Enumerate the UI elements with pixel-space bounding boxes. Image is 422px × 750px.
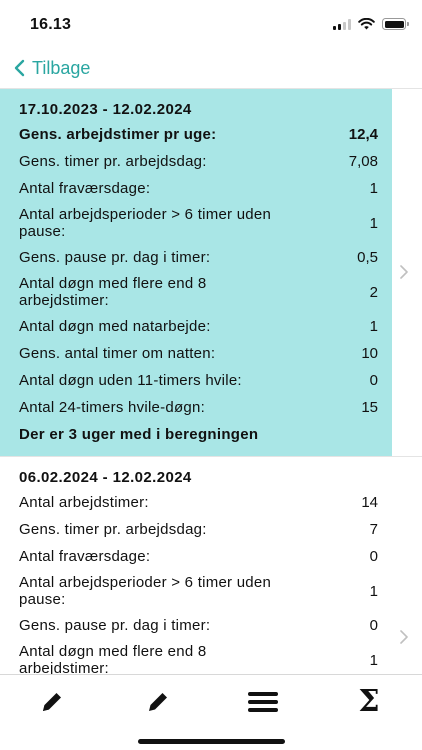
stat-label: Antal arbejdsperioder > 6 timer uden pau… (19, 206, 272, 240)
stat-label: Antal fraværsdage: (19, 180, 151, 197)
menu-icon (248, 692, 278, 712)
tab-edit-1[interactable] (30, 687, 74, 717)
stat-value: 1 (369, 214, 378, 232)
stat-label: Gens. timer pr. arbejdsdag: (19, 153, 207, 170)
summary-card[interactable]: 17.10.2023 - 12.02.2024 Gens. arbejdstim… (0, 89, 422, 457)
stat-row: Antal fraværsdage: 1 (19, 175, 378, 202)
cellular-signal-icon (333, 18, 351, 30)
stat-value: 0 (369, 548, 378, 565)
stat-value: 1 (369, 318, 378, 335)
status-icons (333, 18, 409, 30)
summary-card[interactable]: 06.02.2024 - 12.02.2024 Antal arbejdstim… (0, 457, 422, 674)
weeks-note: Der er 3 uger med i beregningen (19, 426, 259, 443)
chevron-right-icon (400, 265, 408, 279)
status-time: 16.13 (30, 16, 72, 33)
stat-row: Gens. antal timer om natten: 10 (19, 340, 378, 367)
stat-value: 1 (369, 651, 378, 669)
stat-label: Antal døgn med flere end 8 arbejdstimer: (19, 643, 207, 674)
stat-value: 0,5 (357, 249, 378, 266)
stat-label: Gens. pause pr. dag i timer: (19, 617, 211, 634)
stat-label: Antal fraværsdage: (19, 548, 151, 565)
tab-edit-2[interactable] (136, 687, 180, 717)
stat-label: Gens. arbejdstimer pr uge: (19, 126, 217, 143)
stat-row: Gens. arbejdstimer pr uge: 12,4 (19, 121, 378, 148)
period-title: 17.10.2023 - 12.02.2024 (19, 101, 192, 118)
chevron-left-icon (14, 59, 25, 77)
stat-value: 15 (361, 399, 378, 416)
back-button[interactable]: Tilbage (0, 48, 422, 88)
stat-value: 14 (361, 494, 378, 511)
stat-row: Gens. timer pr. arbejdsdag: 7 (19, 516, 378, 543)
stat-value: 7 (369, 521, 378, 538)
pencil-icon (149, 693, 167, 711)
stat-label: Antal 24-timers hvile-døgn: (19, 399, 205, 416)
stat-label: Antal døgn med natarbejde: (19, 318, 211, 335)
status-bar: 16.13 (0, 0, 422, 48)
sigma-icon: Σ (358, 684, 380, 719)
stat-row: Antal døgn med flere end 8 arbejdstimer:… (19, 639, 378, 674)
stat-label: Gens. timer pr. arbejdsdag: (19, 521, 207, 538)
home-indicator (138, 739, 285, 744)
summary-card-body: 06.02.2024 - 12.02.2024 Antal arbejdstim… (0, 467, 392, 674)
stat-row: Antal arbejdsperioder > 6 timer uden pau… (19, 202, 378, 244)
stat-row: Antal døgn med flere end 8 arbejdstimer:… (19, 271, 378, 313)
stat-label: Gens. pause pr. dag i timer: (19, 249, 211, 266)
battery-icon (382, 18, 409, 30)
stat-label: Antal arbejdstimer: (19, 494, 149, 511)
stat-row: Gens. pause pr. dag i timer: 0,5 (19, 244, 378, 271)
tab-menu[interactable] (241, 687, 285, 717)
stat-value: 0 (369, 372, 378, 389)
stat-row: Antal arbejdsperioder > 6 timer uden pau… (19, 570, 378, 612)
wifi-icon (358, 18, 375, 30)
stat-row: Antal 24-timers hvile-døgn: 15 (19, 394, 378, 421)
stat-value: 7,08 (348, 153, 378, 170)
stat-row: Antal døgn uden 11-timers hvile: 0 (19, 367, 378, 394)
stat-label: Antal arbejdsperioder > 6 timer uden pau… (19, 574, 272, 608)
stat-value: 10 (361, 345, 378, 362)
summary-card-body: 17.10.2023 - 12.02.2024 Gens. arbejdstim… (0, 89, 392, 456)
stat-value: 0 (369, 617, 378, 634)
stat-row: Antal arbejdstimer: 14 (19, 489, 378, 516)
stat-value: 2 (369, 283, 378, 301)
chevron-right-icon (400, 630, 408, 644)
stat-value: 1 (369, 180, 378, 197)
stat-label: Gens. antal timer om natten: (19, 345, 216, 362)
stat-row: Antal fraværsdage: 0 (19, 543, 378, 570)
stat-row: Gens. pause pr. dag i timer: 0 (19, 612, 378, 639)
stat-row: Gens. timer pr. arbejdsdag: 7,08 (19, 148, 378, 175)
stat-row: Antal døgn med natarbejde: 1 (19, 313, 378, 340)
stat-value: 1 (369, 582, 378, 600)
stat-label: Antal døgn uden 11-timers hvile: (19, 372, 242, 389)
stat-label: Antal døgn med flere end 8 arbejdstimer: (19, 275, 207, 309)
period-title: 06.02.2024 - 12.02.2024 (19, 469, 192, 486)
stat-value: 12,4 (348, 126, 378, 143)
back-label: Tilbage (32, 57, 91, 78)
pencil-icon (43, 693, 61, 711)
summary-list[interactable]: 17.10.2023 - 12.02.2024 Gens. arbejdstim… (0, 88, 422, 674)
tab-summary[interactable]: Σ (347, 687, 391, 717)
